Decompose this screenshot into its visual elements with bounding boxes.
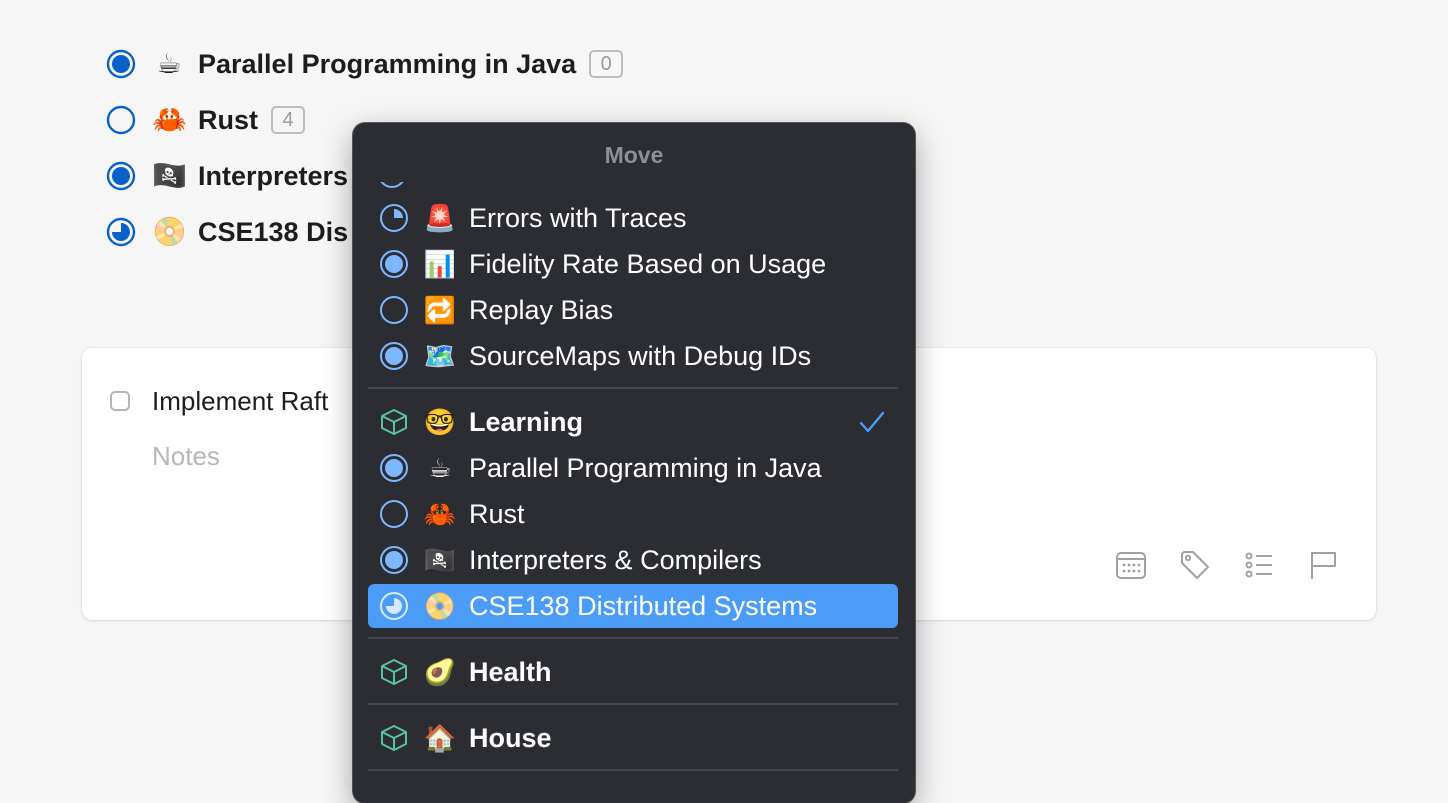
nerd-face-icon: 🤓 [423, 407, 457, 437]
menu-item-label: House [469, 722, 552, 753]
scrolled-item-peek [377, 179, 407, 189]
area-cube-icon [379, 723, 409, 753]
pirate-flag-icon: 🏴‍☠️ [423, 545, 457, 575]
menu-item-label: Health [469, 656, 552, 687]
project-title: Rust [198, 104, 258, 135]
menu-item-label: Rust [469, 498, 525, 529]
task-title[interactable]: Implement Raft [152, 386, 328, 417]
progress-pie-icon [106, 105, 136, 135]
checklist-icon[interactable] [1242, 548, 1276, 582]
coffee-icon: ☕ [428, 453, 452, 483]
menu-item-sourcemaps[interactable]: 🗺️ SourceMaps with Debug IDs [368, 334, 898, 378]
count-badge: 4 [271, 106, 305, 134]
repeat-icon: 🔁 [423, 295, 457, 325]
crab-icon: 🦀 [423, 499, 457, 529]
coffee-icon: ☕ [156, 48, 182, 79]
project-row[interactable]: 🦀 Rust 4 [106, 96, 305, 144]
menu-item-rust[interactable]: 🦀 Rust [368, 492, 898, 536]
tag-icon[interactable] [1178, 548, 1212, 582]
map-icon: 🗺️ [423, 341, 457, 371]
menu-item-learning[interactable]: 🤓 Learning [368, 400, 898, 444]
menu-item-label: Errors with Traces [469, 202, 687, 233]
menu-item-replay-bias[interactable]: 🔁 Replay Bias [368, 288, 898, 332]
bar-chart-icon: 📊 [423, 249, 457, 279]
flag-icon[interactable] [1306, 548, 1340, 582]
task-toolbar [1114, 548, 1340, 582]
notes-field[interactable]: Notes [152, 441, 220, 472]
progress-pie-icon [379, 499, 409, 529]
dvd-icon: 📀 [423, 591, 457, 621]
menu-item-label: Replay Bias [469, 294, 614, 325]
menu-item-label: SourceMaps with Debug IDs [469, 340, 812, 371]
progress-pie-icon [379, 545, 409, 575]
progress-pie-icon [379, 249, 409, 279]
menu-item-health[interactable]: 🥑 Health [368, 650, 898, 694]
pirate-flag-icon: 🏴‍☠️ [152, 160, 187, 191]
calendar-icon[interactable] [1114, 548, 1148, 582]
menu-separator [368, 637, 898, 639]
menu-item-label: Interpreters & Compilers [469, 544, 762, 575]
menu-item-house[interactable]: 🏠 House [368, 716, 898, 760]
project-title: Interpreters [198, 160, 349, 191]
project-title: Parallel Programming in Java [198, 48, 577, 79]
house-icon: 🏠 [423, 723, 457, 753]
project-title: CSE138 Dis [198, 216, 349, 247]
progress-pie-icon [379, 295, 409, 325]
menu-item-label: Fidelity Rate Based on Usage [469, 248, 827, 279]
progress-pie-icon [106, 49, 136, 79]
progress-pie-icon [379, 453, 409, 483]
menu-item-parallel-programming[interactable]: ☕ Parallel Programming in Java [368, 446, 898, 490]
menu-item-label: Learning [469, 406, 584, 437]
menu-title: Move [604, 142, 664, 168]
project-row[interactable]: 📀 CSE138 Dis [106, 208, 348, 256]
menu-separator [368, 703, 898, 705]
task-checkbox[interactable] [110, 391, 130, 411]
checkmark-icon [858, 408, 886, 436]
menu-item-interpreters[interactable]: 🏴‍☠️ Interpreters & Compilers [368, 538, 898, 582]
menu-item-fidelity-rate[interactable]: 📊 Fidelity Rate Based on Usage [368, 242, 898, 286]
progress-pie-icon [379, 341, 409, 371]
progress-pie-icon [106, 161, 136, 191]
project-row[interactable]: ☕ Parallel Programming in Java 0 [106, 40, 624, 88]
dvd-icon: 📀 [152, 216, 187, 247]
menu-item-label: Parallel Programming in Java [469, 452, 822, 483]
area-cube-icon [379, 657, 409, 687]
menu-separator [368, 769, 898, 771]
count-badge: 0 [589, 50, 624, 78]
menu-separator [368, 387, 898, 389]
progress-pie-icon [379, 203, 409, 233]
menu-item-cse138[interactable]: 📀 CSE138 Distributed Systems [368, 584, 898, 628]
menu-item-label: CSE138 Distributed Systems [469, 590, 818, 621]
move-menu: Move 🚨 Errors with Traces 📊 Fidelity Rat… [353, 123, 915, 803]
menu-item-errors-with-traces[interactable]: 🚨 Errors with Traces [368, 196, 898, 240]
progress-pie-icon [106, 217, 136, 247]
siren-icon: 🚨 [423, 203, 457, 233]
project-row[interactable]: 🏴‍☠️ Interpreters [106, 152, 348, 200]
progress-pie-icon [379, 591, 409, 621]
avocado-icon: 🥑 [423, 657, 457, 687]
area-cube-icon [379, 407, 409, 437]
crab-icon: 🦀 [152, 104, 187, 135]
